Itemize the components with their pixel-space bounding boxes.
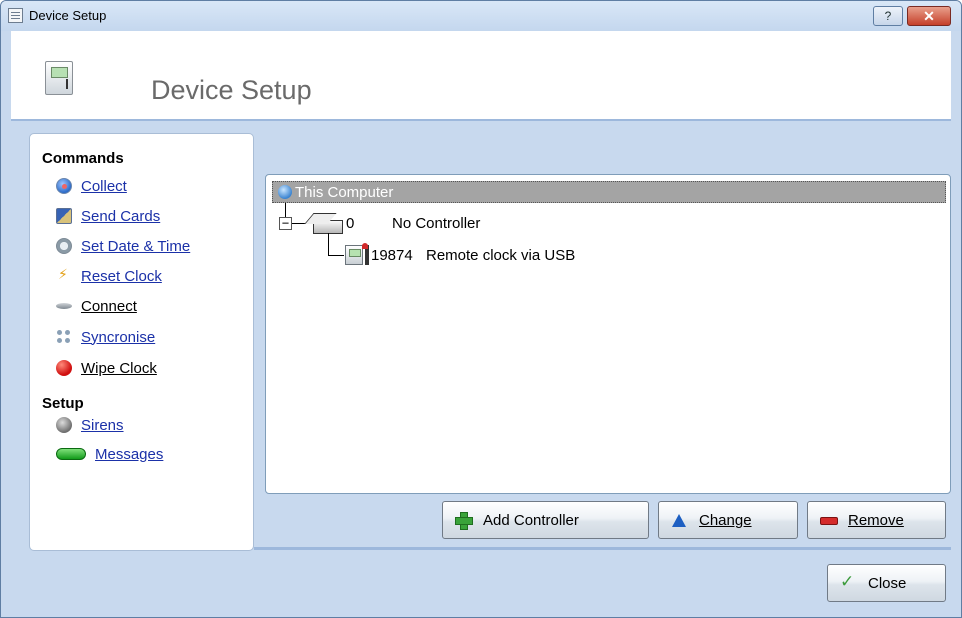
sidebar-item-label[interactable]: Wipe Clock xyxy=(81,360,157,377)
sirens-icon xyxy=(56,417,72,433)
plus-icon xyxy=(455,512,473,530)
collect-icon xyxy=(56,178,72,194)
sidebar-item-wipe-clock[interactable]: Wipe Clock xyxy=(56,358,157,378)
set-date-time-icon xyxy=(56,238,72,254)
usb-plug-icon xyxy=(362,243,369,265)
controller-name[interactable]: No Controller xyxy=(392,215,480,232)
help-button[interactable]: ? xyxy=(873,6,903,26)
messages-icon xyxy=(56,448,86,460)
sidebar-item-label[interactable]: Connect xyxy=(81,298,137,315)
close-button[interactable]: Close xyxy=(827,564,946,602)
sidebar-item-label[interactable]: Syncronise xyxy=(81,329,155,346)
sidebar-item-reset-clock[interactable]: Reset Clock xyxy=(56,266,162,286)
sidebar-item-send-cards[interactable]: Send Cards xyxy=(56,206,160,226)
tree-node-label: This Computer xyxy=(295,183,394,201)
remove-button[interactable]: Remove xyxy=(807,501,946,539)
device-tree[interactable]: This Computer − 0 No Controller 19874 Re… xyxy=(265,174,951,494)
sidebar-item-label[interactable]: Set Date & Time xyxy=(81,238,190,255)
wipe-clock-icon xyxy=(56,360,72,376)
tree-node-this-computer[interactable]: This Computer xyxy=(272,181,946,203)
sidebar-item-label[interactable]: Send Cards xyxy=(81,208,160,225)
sidebar-item-syncronise[interactable]: Syncronise xyxy=(56,327,155,347)
device-setup-window: Device Setup ? ✕ Device Setup Commands C… xyxy=(0,0,962,618)
controller-icon xyxy=(307,213,343,234)
page-header: Device Setup xyxy=(11,31,951,121)
window-title: Device Setup xyxy=(29,8,107,23)
sidebar-item-collect[interactable]: Collect xyxy=(56,176,127,196)
reset-clock-icon xyxy=(56,267,72,284)
sidebar-item-label[interactable]: Messages xyxy=(95,446,163,463)
add-controller-button[interactable]: Add Controller xyxy=(442,501,649,539)
clock-device-icon xyxy=(345,245,363,265)
remove-label: Remove xyxy=(848,511,904,529)
sidebar-item-sirens[interactable]: Sirens xyxy=(56,415,124,435)
sidebar-item-label[interactable]: Reset Clock xyxy=(81,268,162,285)
tree-connector xyxy=(328,255,344,256)
sidebar-item-connect[interactable]: Connect xyxy=(56,296,137,316)
clock-name[interactable]: Remote clock via USB xyxy=(426,247,575,264)
collapse-toggle[interactable]: − xyxy=(279,217,292,230)
computer-network-icon xyxy=(278,185,292,199)
send-cards-icon xyxy=(56,208,72,224)
change-button[interactable]: Change xyxy=(658,501,798,539)
minus-icon xyxy=(820,512,838,528)
window-menu-icon[interactable] xyxy=(8,8,23,23)
connect-icon xyxy=(56,298,72,314)
controller-number[interactable]: 0 xyxy=(346,215,354,232)
title-bar: Device Setup ? ✕ xyxy=(1,1,961,31)
sidebar-item-messages[interactable]: Messages xyxy=(56,444,163,464)
device-setup-icon xyxy=(45,61,73,95)
check-icon xyxy=(840,572,856,592)
sidebar-item-label[interactable]: Collect xyxy=(81,178,127,195)
setup-heading: Setup xyxy=(42,395,84,412)
change-label: Change xyxy=(699,511,752,529)
add-controller-label: Add Controller xyxy=(483,511,579,529)
sidebar-item-set-date-time[interactable]: Set Date & Time xyxy=(56,236,190,256)
window-close-button[interactable]: ✕ xyxy=(907,6,951,26)
sidebar: Commands Collect Send Cards Set Date & T… xyxy=(29,133,254,551)
triangle-icon xyxy=(671,512,687,528)
commands-heading: Commands xyxy=(42,150,124,167)
tree-connector xyxy=(328,233,329,255)
page-title: Device Setup xyxy=(151,75,312,105)
content-divider xyxy=(254,547,951,550)
sidebar-item-label[interactable]: Sirens xyxy=(81,417,124,434)
close-label: Close xyxy=(868,574,907,592)
syncronise-icon xyxy=(56,329,72,345)
clock-number[interactable]: 19874 xyxy=(371,247,413,264)
